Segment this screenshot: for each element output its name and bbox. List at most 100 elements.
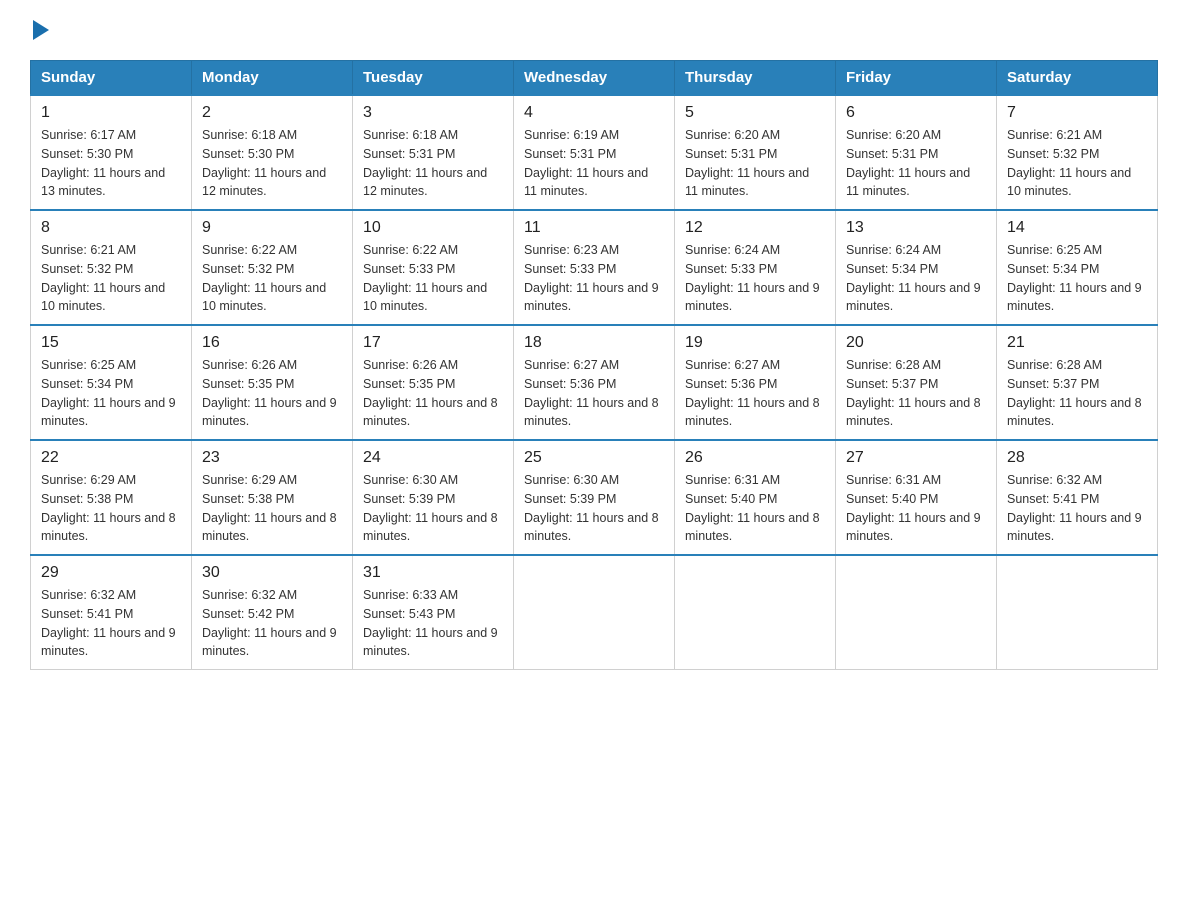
- day-of-week-header: Tuesday: [353, 61, 514, 96]
- day-info: Sunrise: 6:33 AM Sunset: 5:43 PM Dayligh…: [363, 586, 503, 661]
- logo: [30, 20, 49, 40]
- day-info: Sunrise: 6:29 AM Sunset: 5:38 PM Dayligh…: [41, 471, 181, 546]
- day-info: Sunrise: 6:21 AM Sunset: 5:32 PM Dayligh…: [1007, 126, 1147, 201]
- calendar-day-cell: [997, 555, 1158, 670]
- day-info: Sunrise: 6:20 AM Sunset: 5:31 PM Dayligh…: [846, 126, 986, 201]
- day-info: Sunrise: 6:26 AM Sunset: 5:35 PM Dayligh…: [363, 356, 503, 431]
- calendar-day-cell: 11 Sunrise: 6:23 AM Sunset: 5:33 PM Dayl…: [514, 210, 675, 325]
- calendar-day-cell: 3 Sunrise: 6:18 AM Sunset: 5:31 PM Dayli…: [353, 95, 514, 210]
- day-number: 28: [1007, 449, 1147, 467]
- day-number: 12: [685, 219, 825, 237]
- logo-arrow-icon: [33, 20, 49, 40]
- day-info: Sunrise: 6:30 AM Sunset: 5:39 PM Dayligh…: [363, 471, 503, 546]
- day-number: 21: [1007, 334, 1147, 352]
- day-number: 18: [524, 334, 664, 352]
- day-info: Sunrise: 6:25 AM Sunset: 5:34 PM Dayligh…: [1007, 241, 1147, 316]
- day-info: Sunrise: 6:28 AM Sunset: 5:37 PM Dayligh…: [1007, 356, 1147, 431]
- calendar-day-cell: 16 Sunrise: 6:26 AM Sunset: 5:35 PM Dayl…: [192, 325, 353, 440]
- day-info: Sunrise: 6:29 AM Sunset: 5:38 PM Dayligh…: [202, 471, 342, 546]
- day-info: Sunrise: 6:18 AM Sunset: 5:31 PM Dayligh…: [363, 126, 503, 201]
- calendar-day-cell: [675, 555, 836, 670]
- day-number: 24: [363, 449, 503, 467]
- day-info: Sunrise: 6:26 AM Sunset: 5:35 PM Dayligh…: [202, 356, 342, 431]
- calendar-day-cell: 15 Sunrise: 6:25 AM Sunset: 5:34 PM Dayl…: [31, 325, 192, 440]
- calendar-day-cell: 24 Sunrise: 6:30 AM Sunset: 5:39 PM Dayl…: [353, 440, 514, 555]
- calendar-day-cell: [514, 555, 675, 670]
- calendar-day-cell: [836, 555, 997, 670]
- calendar-week-row: 15 Sunrise: 6:25 AM Sunset: 5:34 PM Dayl…: [31, 325, 1158, 440]
- day-info: Sunrise: 6:22 AM Sunset: 5:32 PM Dayligh…: [202, 241, 342, 316]
- day-number: 3: [363, 104, 503, 122]
- day-of-week-header: Saturday: [997, 61, 1158, 96]
- calendar-day-cell: 22 Sunrise: 6:29 AM Sunset: 5:38 PM Dayl…: [31, 440, 192, 555]
- day-number: 15: [41, 334, 181, 352]
- day-number: 2: [202, 104, 342, 122]
- day-number: 19: [685, 334, 825, 352]
- day-info: Sunrise: 6:31 AM Sunset: 5:40 PM Dayligh…: [685, 471, 825, 546]
- calendar-day-cell: 5 Sunrise: 6:20 AM Sunset: 5:31 PM Dayli…: [675, 95, 836, 210]
- calendar-day-cell: 2 Sunrise: 6:18 AM Sunset: 5:30 PM Dayli…: [192, 95, 353, 210]
- day-number: 13: [846, 219, 986, 237]
- day-info: Sunrise: 6:32 AM Sunset: 5:41 PM Dayligh…: [1007, 471, 1147, 546]
- day-info: Sunrise: 6:27 AM Sunset: 5:36 PM Dayligh…: [685, 356, 825, 431]
- day-number: 14: [1007, 219, 1147, 237]
- day-number: 9: [202, 219, 342, 237]
- day-of-week-header: Friday: [836, 61, 997, 96]
- calendar-day-cell: 1 Sunrise: 6:17 AM Sunset: 5:30 PM Dayli…: [31, 95, 192, 210]
- day-info: Sunrise: 6:24 AM Sunset: 5:33 PM Dayligh…: [685, 241, 825, 316]
- calendar-day-cell: 27 Sunrise: 6:31 AM Sunset: 5:40 PM Dayl…: [836, 440, 997, 555]
- calendar-week-row: 1 Sunrise: 6:17 AM Sunset: 5:30 PM Dayli…: [31, 95, 1158, 210]
- day-number: 7: [1007, 104, 1147, 122]
- day-of-week-header: Sunday: [31, 61, 192, 96]
- calendar-header-row: SundayMondayTuesdayWednesdayThursdayFrid…: [31, 61, 1158, 96]
- day-number: 4: [524, 104, 664, 122]
- day-number: 17: [363, 334, 503, 352]
- calendar-day-cell: 8 Sunrise: 6:21 AM Sunset: 5:32 PM Dayli…: [31, 210, 192, 325]
- day-info: Sunrise: 6:25 AM Sunset: 5:34 PM Dayligh…: [41, 356, 181, 431]
- calendar-week-row: 29 Sunrise: 6:32 AM Sunset: 5:41 PM Dayl…: [31, 555, 1158, 670]
- calendar-day-cell: 18 Sunrise: 6:27 AM Sunset: 5:36 PM Dayl…: [514, 325, 675, 440]
- day-number: 23: [202, 449, 342, 467]
- calendar-day-cell: 23 Sunrise: 6:29 AM Sunset: 5:38 PM Dayl…: [192, 440, 353, 555]
- day-info: Sunrise: 6:23 AM Sunset: 5:33 PM Dayligh…: [524, 241, 664, 316]
- calendar-day-cell: 12 Sunrise: 6:24 AM Sunset: 5:33 PM Dayl…: [675, 210, 836, 325]
- day-info: Sunrise: 6:32 AM Sunset: 5:41 PM Dayligh…: [41, 586, 181, 661]
- day-number: 27: [846, 449, 986, 467]
- calendar-day-cell: 6 Sunrise: 6:20 AM Sunset: 5:31 PM Dayli…: [836, 95, 997, 210]
- calendar-day-cell: 28 Sunrise: 6:32 AM Sunset: 5:41 PM Dayl…: [997, 440, 1158, 555]
- calendar-day-cell: 14 Sunrise: 6:25 AM Sunset: 5:34 PM Dayl…: [997, 210, 1158, 325]
- calendar-day-cell: 17 Sunrise: 6:26 AM Sunset: 5:35 PM Dayl…: [353, 325, 514, 440]
- day-number: 6: [846, 104, 986, 122]
- day-of-week-header: Thursday: [675, 61, 836, 96]
- day-number: 1: [41, 104, 181, 122]
- calendar-day-cell: 21 Sunrise: 6:28 AM Sunset: 5:37 PM Dayl…: [997, 325, 1158, 440]
- day-number: 29: [41, 564, 181, 582]
- day-number: 25: [524, 449, 664, 467]
- calendar-day-cell: 29 Sunrise: 6:32 AM Sunset: 5:41 PM Dayl…: [31, 555, 192, 670]
- day-number: 26: [685, 449, 825, 467]
- day-number: 30: [202, 564, 342, 582]
- day-info: Sunrise: 6:27 AM Sunset: 5:36 PM Dayligh…: [524, 356, 664, 431]
- day-number: 16: [202, 334, 342, 352]
- day-info: Sunrise: 6:19 AM Sunset: 5:31 PM Dayligh…: [524, 126, 664, 201]
- calendar-day-cell: 13 Sunrise: 6:24 AM Sunset: 5:34 PM Dayl…: [836, 210, 997, 325]
- calendar-day-cell: 19 Sunrise: 6:27 AM Sunset: 5:36 PM Dayl…: [675, 325, 836, 440]
- calendar-day-cell: 7 Sunrise: 6:21 AM Sunset: 5:32 PM Dayli…: [997, 95, 1158, 210]
- calendar-day-cell: 20 Sunrise: 6:28 AM Sunset: 5:37 PM Dayl…: [836, 325, 997, 440]
- day-info: Sunrise: 6:22 AM Sunset: 5:33 PM Dayligh…: [363, 241, 503, 316]
- calendar-day-cell: 26 Sunrise: 6:31 AM Sunset: 5:40 PM Dayl…: [675, 440, 836, 555]
- day-info: Sunrise: 6:31 AM Sunset: 5:40 PM Dayligh…: [846, 471, 986, 546]
- day-number: 20: [846, 334, 986, 352]
- day-number: 8: [41, 219, 181, 237]
- day-number: 31: [363, 564, 503, 582]
- day-info: Sunrise: 6:28 AM Sunset: 5:37 PM Dayligh…: [846, 356, 986, 431]
- day-of-week-header: Wednesday: [514, 61, 675, 96]
- calendar-day-cell: 31 Sunrise: 6:33 AM Sunset: 5:43 PM Dayl…: [353, 555, 514, 670]
- day-info: Sunrise: 6:21 AM Sunset: 5:32 PM Dayligh…: [41, 241, 181, 316]
- page-header: [30, 20, 1158, 40]
- calendar-day-cell: 4 Sunrise: 6:19 AM Sunset: 5:31 PM Dayli…: [514, 95, 675, 210]
- calendar-day-cell: 9 Sunrise: 6:22 AM Sunset: 5:32 PM Dayli…: [192, 210, 353, 325]
- day-number: 10: [363, 219, 503, 237]
- day-info: Sunrise: 6:18 AM Sunset: 5:30 PM Dayligh…: [202, 126, 342, 201]
- day-info: Sunrise: 6:17 AM Sunset: 5:30 PM Dayligh…: [41, 126, 181, 201]
